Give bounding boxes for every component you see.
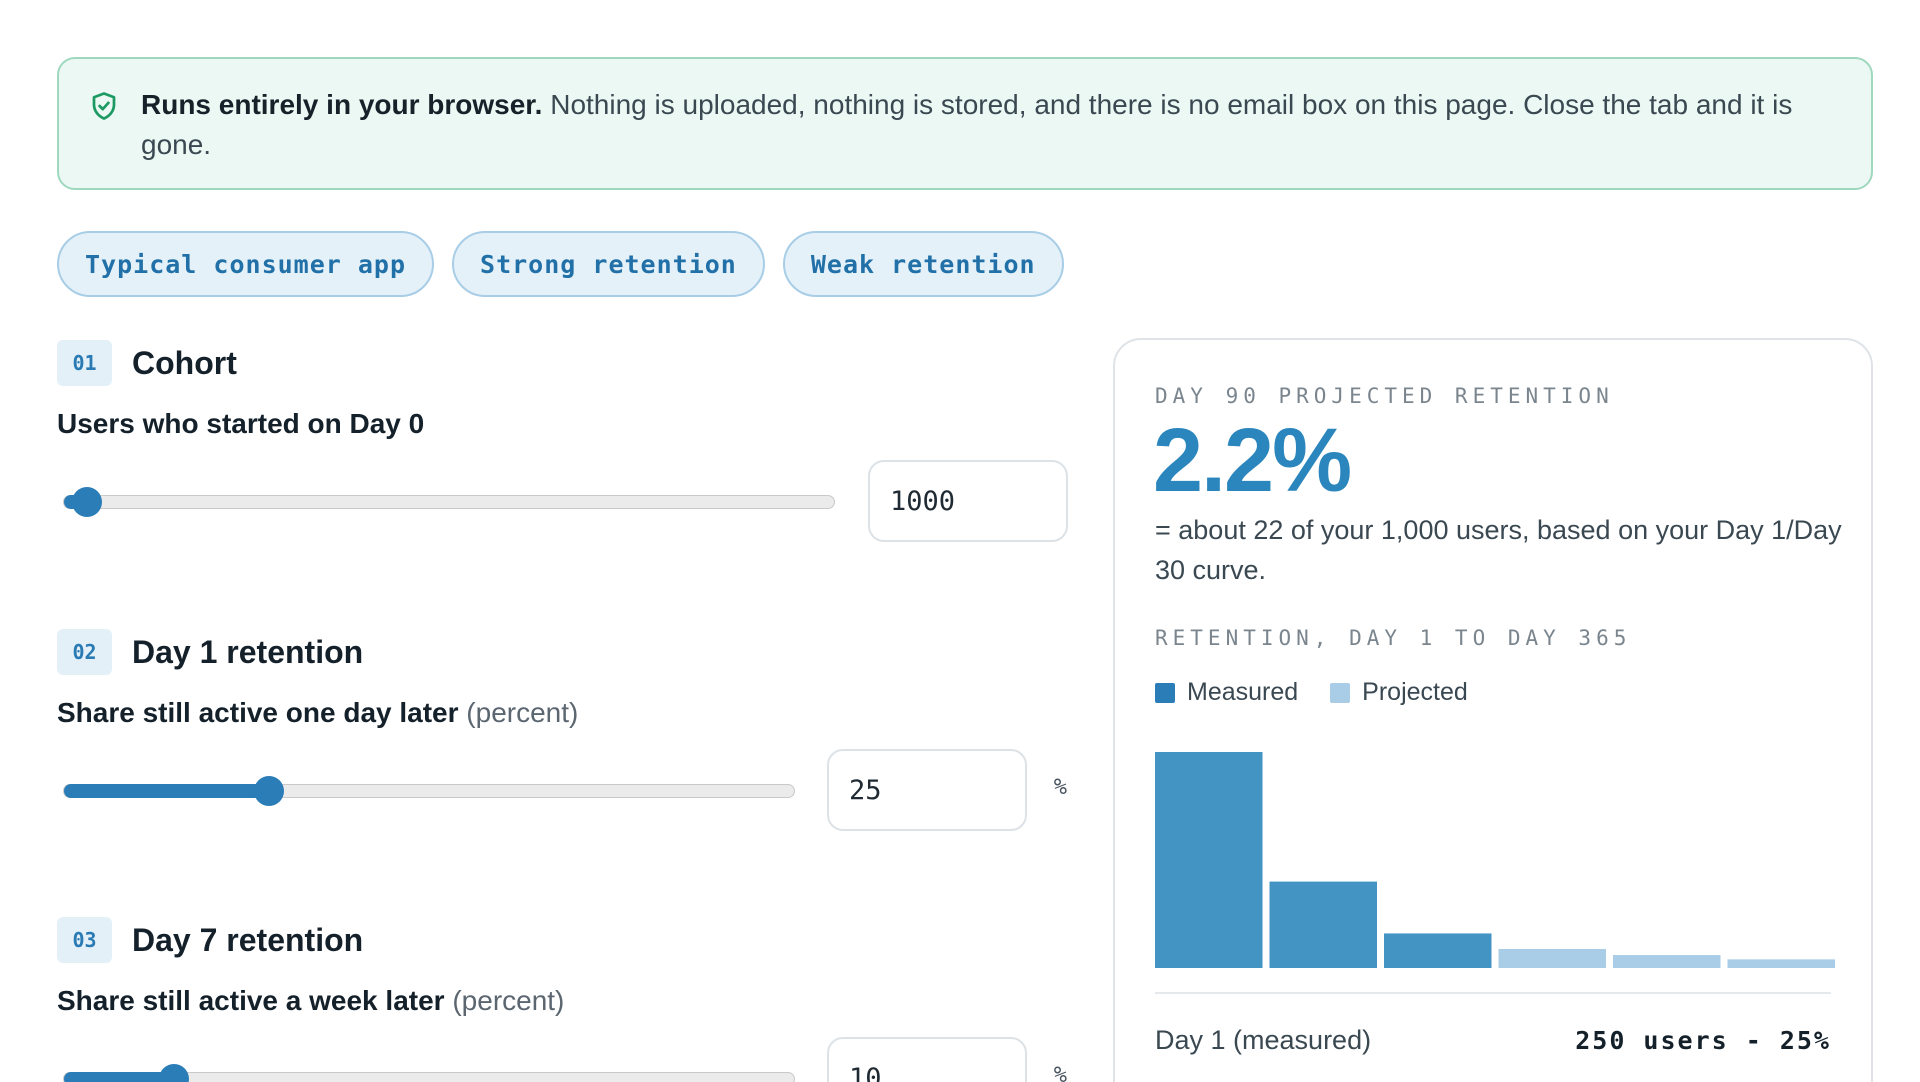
result-card: DAY 90 PROJECTED RETENTION 2.2% = about … bbox=[1113, 338, 1873, 1082]
row-value: 250 users - 25% bbox=[1575, 1025, 1831, 1055]
kpi-description: = about 22 of your 1,000 users, based on… bbox=[1155, 515, 1842, 585]
retention-chart bbox=[1155, 752, 1835, 968]
chart-bar-projected-6 bbox=[1727, 959, 1835, 968]
field-hint: (percent) bbox=[452, 985, 565, 1016]
section-title: Day 1 retention bbox=[132, 633, 364, 670]
legend-label: Measured bbox=[1187, 678, 1299, 706]
cohort-slider-track[interactable] bbox=[63, 487, 835, 517]
chart-label: RETENTION, DAY 1 TO DAY 365 bbox=[1155, 626, 1632, 650]
preset-weak-button[interactable]: Weak retention bbox=[782, 231, 1064, 297]
cohort-input[interactable]: 1000 bbox=[868, 460, 1068, 542]
chart-bar-measured-3 bbox=[1384, 933, 1492, 968]
field-hint: (percent) bbox=[466, 697, 579, 728]
field-label: Users who started on Day 0 bbox=[57, 408, 1067, 440]
step-number: 01 bbox=[57, 340, 112, 386]
kpi-value: 2.2% bbox=[1153, 411, 1352, 511]
chart-bar-projected-5 bbox=[1613, 955, 1721, 968]
preset-strong-button[interactable]: Strong retention bbox=[452, 231, 765, 297]
cohort-control: 1000 bbox=[57, 460, 1068, 542]
legend-projected: Projected bbox=[1330, 678, 1468, 707]
field-label-text: Share still active one day later bbox=[57, 697, 459, 728]
slider-fill bbox=[64, 784, 269, 798]
divider bbox=[1155, 992, 1831, 994]
privacy-notice: Runs entirely in your browser. Nothing i… bbox=[57, 57, 1873, 190]
row-label: Day 1 (measured) bbox=[1155, 1024, 1372, 1055]
chart-legend: Measured Projected bbox=[1155, 678, 1468, 707]
step-number: 02 bbox=[57, 629, 112, 675]
percent-unit: % bbox=[1053, 775, 1067, 800]
chart-bar-measured-2 bbox=[1269, 881, 1377, 968]
day1-slider-track[interactable] bbox=[63, 776, 795, 806]
field-label-text: Share still active a week later bbox=[57, 985, 445, 1016]
percent-unit: % bbox=[1053, 1063, 1067, 1082]
cohort-section: 01 Cohort Users who started on Day 0 100… bbox=[57, 340, 1068, 542]
kpi-label: DAY 90 PROJECTED RETENTION bbox=[1155, 384, 1614, 408]
section-title: Day 7 retention bbox=[132, 921, 364, 958]
day7-slider-thumb[interactable] bbox=[158, 1064, 189, 1082]
step-number: 03 bbox=[57, 917, 112, 963]
cohort-slider-thumb[interactable] bbox=[72, 487, 103, 517]
result-row: Day 1 (measured) 250 users - 25% bbox=[1155, 1020, 1831, 1060]
chart-bar-measured-1 bbox=[1155, 752, 1263, 968]
legend-measured: Measured bbox=[1155, 678, 1298, 707]
day7-control: 10 % bbox=[57, 1037, 1067, 1082]
field-label-text: Users who started on Day 0 bbox=[57, 408, 425, 439]
day1-control: 25 % bbox=[57, 749, 1067, 831]
day1-input[interactable]: 25 bbox=[827, 749, 1027, 831]
day7-slider-track[interactable] bbox=[63, 1064, 795, 1082]
preset-typical-button[interactable]: Typical consumer app bbox=[57, 231, 435, 297]
legend-swatch-measured bbox=[1155, 682, 1175, 703]
field-label: Share still active a week later (percent… bbox=[57, 985, 1067, 1017]
legend-label: Projected bbox=[1362, 678, 1468, 706]
day1-slider-thumb[interactable] bbox=[253, 776, 284, 806]
legend-swatch-projected bbox=[1330, 682, 1351, 703]
shield-check-icon bbox=[92, 92, 116, 120]
slider-fill bbox=[64, 1072, 174, 1082]
preset-chips: Typical consumer app Strong retention We… bbox=[57, 231, 1064, 297]
notice-strong-text: Runs entirely in your browser. bbox=[141, 89, 543, 120]
section-title: Cohort bbox=[132, 344, 237, 381]
field-label: Share still active one day later (percen… bbox=[57, 697, 1067, 729]
day1-section: 02 Day 1 retention Share still active on… bbox=[57, 629, 1067, 831]
day7-section: 03 Day 7 retention Share still active a … bbox=[57, 917, 1067, 1082]
chart-bar-projected-4 bbox=[1498, 948, 1606, 968]
day7-input[interactable]: 10 bbox=[827, 1037, 1027, 1082]
